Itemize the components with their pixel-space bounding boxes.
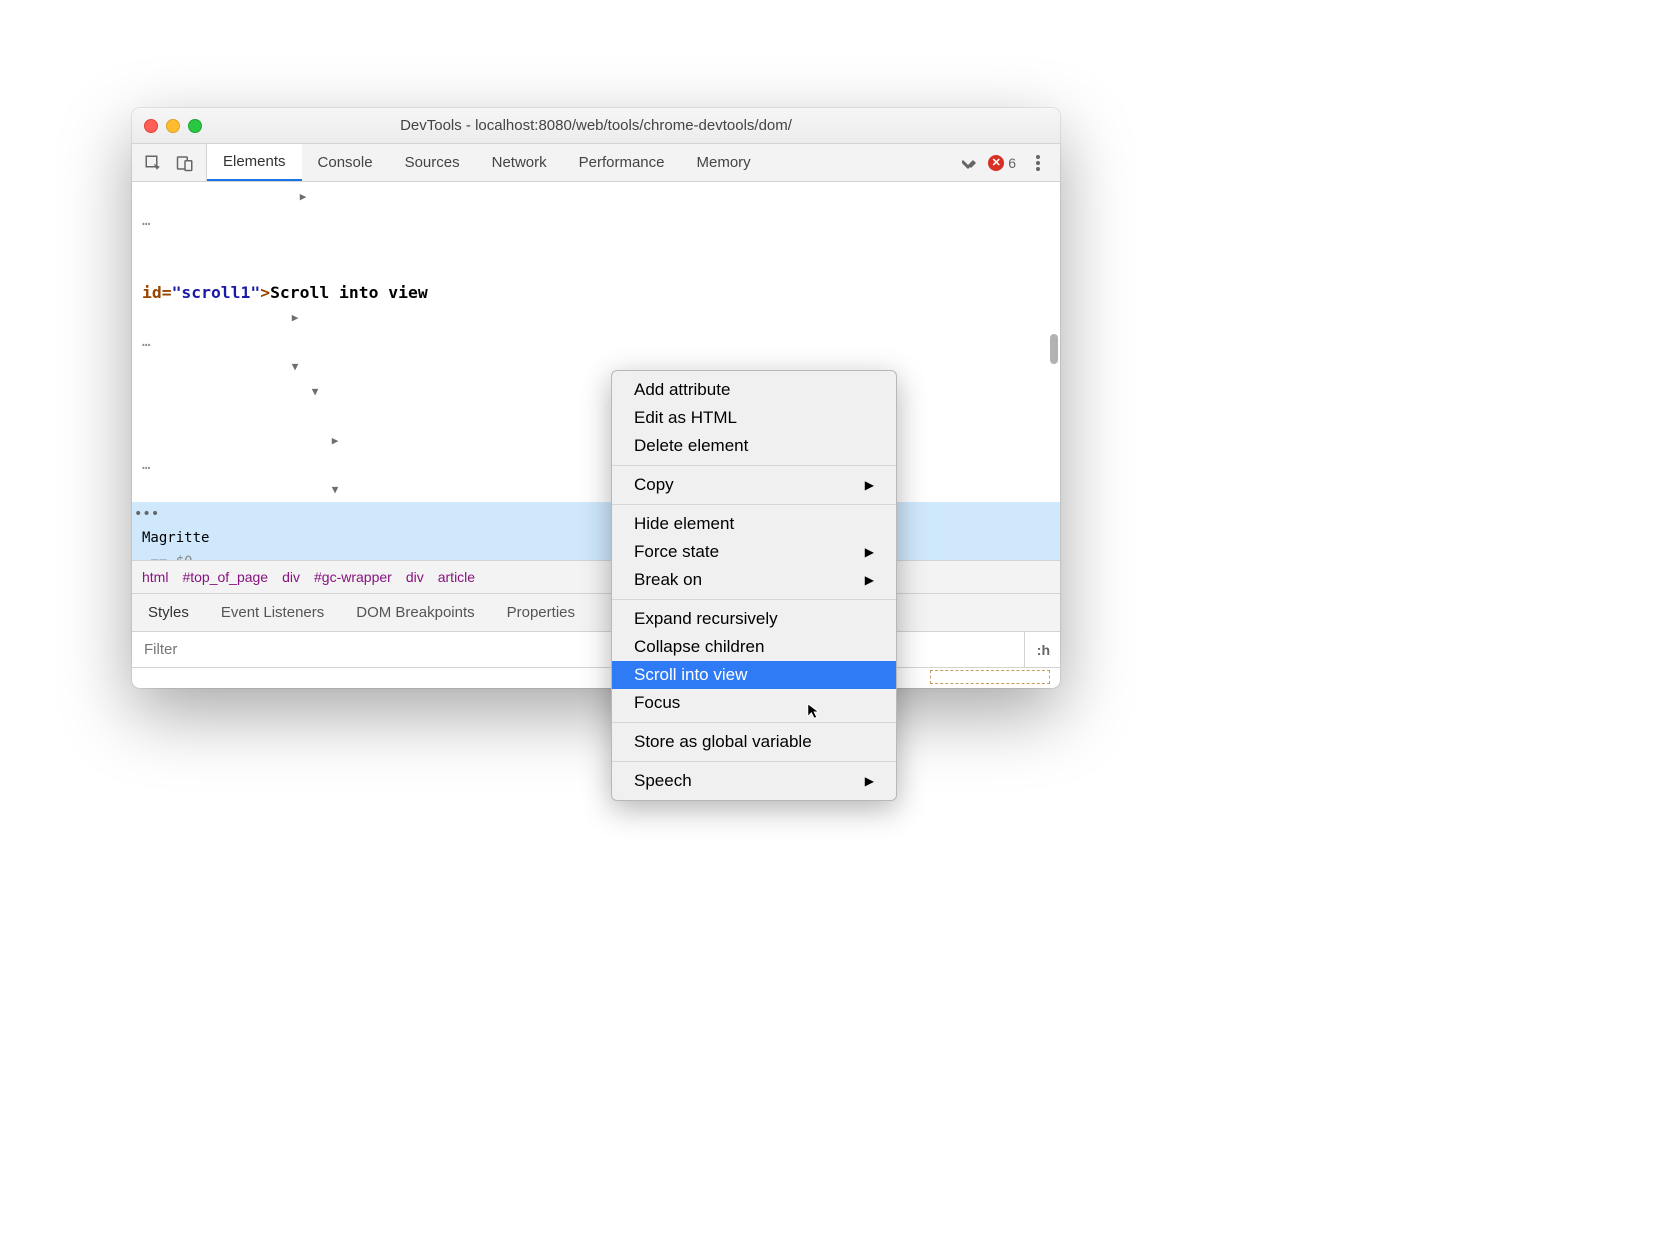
- traffic-lights: [132, 119, 212, 133]
- context-menu-label: Expand recursively: [634, 609, 778, 629]
- styles-tabs: StylesEvent ListenersDOM BreakpointsProp…: [132, 594, 1060, 632]
- devtools-window: DevTools - localhost:8080/web/tools/chro…: [132, 108, 1060, 688]
- minimize-button[interactable]: [166, 119, 180, 133]
- toolbar-left: [132, 144, 207, 181]
- context-menu: Add attribute Edit as HTML Delete element C…: [611, 370, 897, 801]
- box-model-margin[interactable]: [930, 670, 1050, 684]
- breadcrumb-item[interactable]: html: [142, 569, 168, 585]
- scrollbar-thumb[interactable]: [1050, 334, 1058, 364]
- context-menu-label: Edit as HTML: [634, 408, 737, 428]
- context-menu-item-speech[interactable]: Speech ▶: [612, 767, 896, 795]
- breadcrumb-item[interactable]: div: [406, 569, 424, 585]
- window-title: DevTools - localhost:8080/web/tools/chro…: [212, 117, 1060, 134]
- submenu-arrow-icon: ▶: [865, 478, 874, 492]
- context-menu-label: Force state: [634, 542, 719, 562]
- context-menu-separator: [612, 465, 896, 466]
- main-toolbar: ElementsConsoleSourcesNetworkPerformance…: [132, 144, 1060, 182]
- error-icon: ✕: [988, 155, 1004, 171]
- elements-tree[interactable]: ▶…id="scroll1">Scroll into view▶…▼▼▶…▼••…: [132, 182, 1060, 560]
- context-menu-item-add-attribute[interactable]: Add attribute: [612, 376, 896, 404]
- close-button[interactable]: [144, 119, 158, 133]
- settings-menu-icon[interactable]: [1028, 153, 1048, 173]
- scrollbar-track: [1048, 182, 1060, 560]
- breadcrumb-item[interactable]: div: [282, 569, 300, 585]
- toolbar-right: ✕ 6: [962, 153, 1060, 173]
- context-menu-item-copy[interactable]: Copy ▶: [612, 471, 896, 499]
- tab-console[interactable]: Console: [302, 144, 389, 181]
- context-menu-label: Delete element: [634, 436, 748, 456]
- submenu-arrow-icon: ▶: [865, 545, 874, 559]
- tree-line[interactable]: •••Magritte == $0: [132, 502, 1060, 560]
- tree-line[interactable]: ▼: [132, 354, 1060, 379]
- context-menu-label: Scroll into view: [634, 665, 747, 685]
- context-menu-label: Collapse children: [634, 637, 764, 657]
- tree-line[interactable]: [132, 233, 1060, 257]
- breadcrumb-item[interactable]: #top_of_page: [182, 569, 268, 585]
- more-tabs-icon[interactable]: [962, 156, 976, 170]
- maximize-button[interactable]: [188, 119, 202, 133]
- context-menu-separator: [612, 504, 896, 505]
- tab-elements[interactable]: Elements: [207, 144, 302, 181]
- device-toggle-icon[interactable]: [176, 154, 194, 172]
- context-menu-item-break-on[interactable]: Break on ▶: [612, 566, 896, 594]
- tree-line[interactable]: ▼: [132, 379, 1060, 428]
- context-menu-label: Add attribute: [634, 380, 730, 400]
- breadcrumb-bar: html #top_of_page div #gc-wrapper div article: [132, 560, 1060, 594]
- inspect-element-icon[interactable]: [144, 154, 162, 172]
- hov-toggle[interactable]: :h: [1027, 642, 1060, 658]
- context-menu-item-hide-element[interactable]: Hide element: [612, 510, 896, 538]
- context-menu-item-scroll-into-view[interactable]: Scroll into view: [612, 661, 896, 689]
- context-menu-separator: [612, 761, 896, 762]
- context-menu-item-focus[interactable]: Focus: [612, 689, 896, 717]
- tree-line[interactable]: id="scroll1">Scroll into view: [132, 257, 1060, 305]
- context-menu-label: Copy: [634, 475, 674, 495]
- tree-line[interactable]: ▶…: [132, 184, 1060, 233]
- styles-tab-styles[interactable]: Styles: [132, 594, 205, 631]
- breadcrumb-item[interactable]: article: [438, 569, 475, 585]
- context-menu-label: Store as global variable: [634, 732, 812, 752]
- context-menu-label: Speech: [634, 771, 692, 791]
- styles-tab-properties[interactable]: Properties: [491, 594, 591, 631]
- tree-line[interactable]: ▶…: [132, 305, 1060, 354]
- styles-tab-event-listeners[interactable]: Event Listeners: [205, 594, 340, 631]
- submenu-arrow-icon: ▶: [865, 573, 874, 587]
- context-menu-item-collapse-children[interactable]: Collapse children: [612, 633, 896, 661]
- context-menu-label: Break on: [634, 570, 702, 590]
- context-menu-label: Focus: [634, 693, 680, 713]
- filter-row: :h: [132, 632, 1060, 668]
- cursor-icon: [806, 702, 824, 720]
- tab-network[interactable]: Network: [476, 144, 563, 181]
- context-menu-item-expand-recursively[interactable]: Expand recursively: [612, 605, 896, 633]
- styles-tab-dom-breakpoints[interactable]: DOM Breakpoints: [340, 594, 490, 631]
- styles-content: [132, 668, 1060, 686]
- breadcrumb-item[interactable]: #gc-wrapper: [314, 569, 392, 585]
- context-menu-item-delete-element[interactable]: Delete element: [612, 432, 896, 460]
- tab-memory[interactable]: Memory: [681, 144, 767, 181]
- error-count: 6: [1008, 155, 1016, 171]
- tree-line[interactable]: ▼: [132, 477, 1060, 502]
- context-menu-item-edit-as-html[interactable]: Edit as HTML: [612, 404, 896, 432]
- context-menu-label: Hide element: [634, 514, 734, 534]
- tree-line[interactable]: ▶…: [132, 428, 1060, 477]
- context-menu-separator: [612, 722, 896, 723]
- tab-performance[interactable]: Performance: [563, 144, 681, 181]
- submenu-arrow-icon: ▶: [865, 774, 874, 788]
- titlebar: DevTools - localhost:8080/web/tools/chro…: [132, 108, 1060, 144]
- tab-sources[interactable]: Sources: [389, 144, 476, 181]
- panel-tabs: ElementsConsoleSourcesNetworkPerformance…: [207, 144, 767, 181]
- context-menu-item-store-as-global-variable[interactable]: Store as global variable: [612, 728, 896, 756]
- error-badge[interactable]: ✕ 6: [988, 155, 1016, 171]
- context-menu-item-force-state[interactable]: Force state ▶: [612, 538, 896, 566]
- context-menu-separator: [612, 599, 896, 600]
